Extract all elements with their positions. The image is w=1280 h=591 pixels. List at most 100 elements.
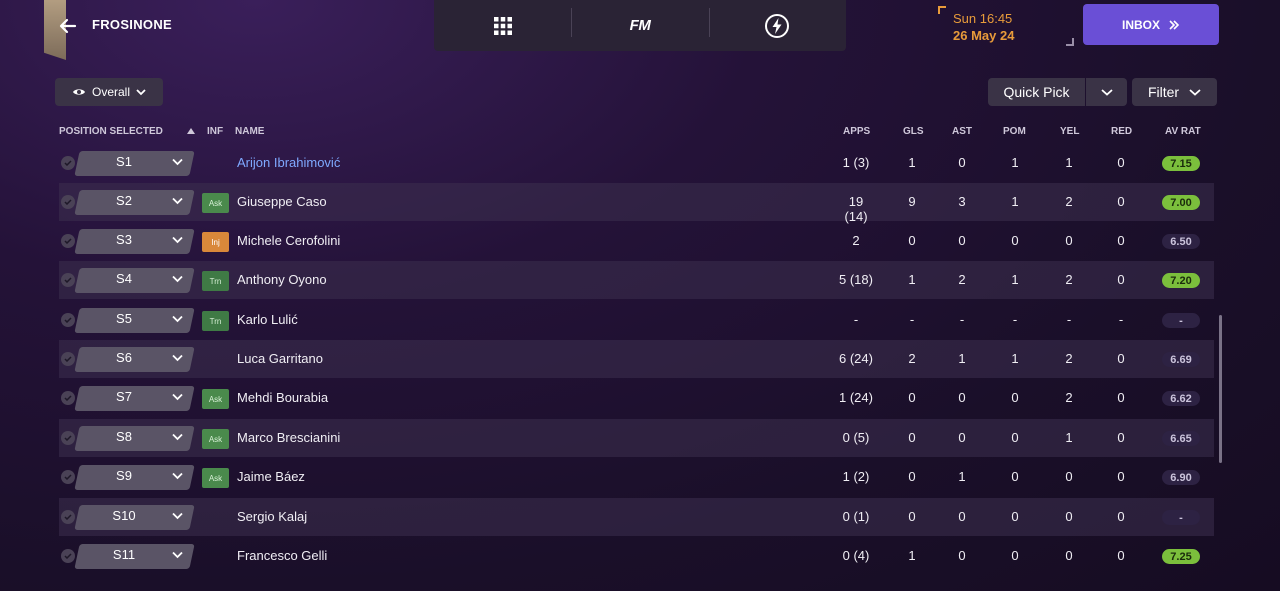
col-red-header[interactable]: RED <box>1111 126 1132 137</box>
avg-rating: 7.25 <box>1162 549 1200 564</box>
pom-value: 0 <box>1011 548 1019 563</box>
apps-value: 6 (24) <box>839 351 873 366</box>
assists-value: 0 <box>958 233 966 248</box>
assists-value: 0 <box>958 155 966 170</box>
position-label: S6 <box>116 350 132 365</box>
select-checkbox[interactable] <box>61 234 75 248</box>
avg-rating: 6.50 <box>1162 234 1200 249</box>
inf-badge-ask[interactable]: Ask <box>202 468 229 488</box>
yellow-value: 2 <box>1065 194 1073 209</box>
table-row[interactable]: S6 Luca Garritano 6 (24) 2 1 1 2 0 6.69 <box>59 340 1214 378</box>
col-yel-header[interactable]: YEL <box>1060 126 1079 137</box>
goals-value: 0 <box>908 509 916 524</box>
top-navigation: FM <box>434 0 846 51</box>
apps-value: 5 (18) <box>839 272 873 287</box>
select-checkbox[interactable] <box>61 313 75 327</box>
table-row[interactable]: S9 Ask Jaime Báez 1 (2) 0 1 0 0 0 6.90 <box>59 458 1214 496</box>
red-value: 0 <box>1117 509 1125 524</box>
filter-dropdown[interactable]: Filter <box>1132 78 1217 106</box>
player-name[interactable]: Giuseppe Caso <box>237 194 327 209</box>
inf-badge-training[interactable]: Trn <box>202 311 229 331</box>
col-avrat-header[interactable]: AV RAT <box>1165 126 1201 137</box>
chevron-down-icon <box>1189 89 1201 96</box>
player-name[interactable]: Anthony Oyono <box>237 272 327 287</box>
apps-value: 1 (24) <box>839 390 873 405</box>
player-name[interactable]: Mehdi Bourabia <box>237 390 328 405</box>
player-name[interactable]: Arijon Ibrahimović <box>237 155 340 170</box>
date-day: 26 May 24 <box>953 28 1015 43</box>
player-name[interactable]: Sergio Kalaj <box>237 509 307 524</box>
goals-value: 0 <box>908 469 916 484</box>
menu-grid-button[interactable] <box>434 0 571 51</box>
continue-button[interactable] <box>708 0 846 51</box>
select-checkbox[interactable] <box>61 431 75 445</box>
table-row[interactable]: S3 Inj Michele Cerofolini 2 0 0 0 0 0 6.… <box>59 222 1214 260</box>
fm-logo: FM <box>629 17 651 34</box>
player-name[interactable]: Jaime Báez <box>237 469 305 484</box>
col-pom-header[interactable]: POM <box>1003 126 1026 137</box>
inf-badge-injured[interactable]: Inj <box>202 232 229 252</box>
player-name[interactable]: Luca Garritano <box>237 351 323 366</box>
player-name[interactable]: Francesco Gelli <box>237 548 327 563</box>
yellow-value: 1 <box>1065 155 1073 170</box>
apps-value: 2 <box>852 233 860 248</box>
col-position-header[interactable]: POSITION SELECTED <box>59 126 163 137</box>
player-name[interactable]: Marco Brescianini <box>237 430 340 445</box>
red-value: - <box>1118 312 1124 327</box>
yellow-value: - <box>1066 312 1072 327</box>
chevron-down-icon <box>172 551 183 559</box>
select-checkbox[interactable] <box>61 156 75 170</box>
game-date[interactable]: Sun 16:45 26 May 24 <box>938 6 1074 46</box>
apps-value: 1 (2) <box>842 469 870 484</box>
table-row[interactable]: S4 Trn Anthony Oyono 5 (18) 1 2 1 2 0 7.… <box>59 261 1214 299</box>
avg-rating: - <box>1162 510 1200 525</box>
club-name[interactable]: FROSINONE <box>92 17 172 32</box>
quick-pick-dropdown[interactable] <box>1086 78 1127 106</box>
red-value: 0 <box>1117 469 1125 484</box>
check-icon <box>64 160 72 166</box>
assists-value: 0 <box>958 430 966 445</box>
inf-badge-training[interactable]: Trn <box>202 271 229 291</box>
col-apps-header[interactable]: APPS <box>843 126 870 137</box>
player-name[interactable]: Karlo Lulić <box>237 312 298 327</box>
red-value: 0 <box>1117 390 1125 405</box>
col-inf-header[interactable]: INF <box>207 126 223 137</box>
view-overall-dropdown[interactable]: Overall <box>55 78 163 106</box>
inbox-label: INBOX <box>1121 17 1160 32</box>
select-checkbox[interactable] <box>61 470 75 484</box>
sort-asc-icon[interactable] <box>187 128 195 134</box>
select-checkbox[interactable] <box>61 391 75 405</box>
pom-value: 0 <box>1011 430 1019 445</box>
select-checkbox[interactable] <box>61 195 75 209</box>
check-icon <box>64 435 72 441</box>
col-gls-header[interactable]: GLS <box>903 126 924 137</box>
yellow-value: 1 <box>1065 430 1073 445</box>
inbox-button[interactable]: INBOX <box>1083 4 1219 45</box>
date-corner-top <box>938 6 946 14</box>
inf-badge-ask[interactable]: Ask <box>202 193 229 213</box>
table-row[interactable]: S11 Francesco Gelli 0 (4) 1 0 0 0 0 7.25 <box>59 537 1214 575</box>
inf-badge-ask[interactable]: Ask <box>202 389 229 409</box>
player-name[interactable]: Michele Cerofolini <box>237 233 340 248</box>
table-row[interactable]: S2 Ask Giuseppe Caso 19 (14) 9 3 1 2 0 7… <box>59 183 1214 224</box>
select-checkbox[interactable] <box>61 273 75 287</box>
table-scrollbar[interactable] <box>1219 315 1222 463</box>
select-checkbox[interactable] <box>61 510 75 524</box>
col-name-header[interactable]: NAME <box>235 126 264 137</box>
goals-value: 0 <box>908 233 916 248</box>
col-ast-header[interactable]: AST <box>952 126 972 137</box>
assists-value: 1 <box>958 351 966 366</box>
select-checkbox[interactable] <box>61 352 75 366</box>
fm-home-button[interactable]: FM <box>571 0 708 51</box>
table-row[interactable]: S1 Arijon Ibrahimović 1 (3) 1 0 1 1 0 7.… <box>59 144 1214 182</box>
table-row[interactable]: S5 Trn Karlo Lulić - - - - - - - <box>59 301 1214 339</box>
yellow-value: 2 <box>1065 272 1073 287</box>
inf-badge-ask[interactable]: Ask <box>202 429 229 449</box>
position-label: S5 <box>116 311 132 326</box>
back-button[interactable] <box>56 14 80 38</box>
table-row[interactable]: S10 Sergio Kalaj 0 (1) 0 0 0 0 0 - <box>59 498 1214 536</box>
table-row[interactable]: S7 Ask Mehdi Bourabia 1 (24) 0 0 0 2 0 6… <box>59 379 1214 417</box>
quick-pick-button[interactable]: Quick Pick <box>988 78 1085 106</box>
table-row[interactable]: S8 Ask Marco Brescianini 0 (5) 0 0 0 1 0… <box>59 419 1214 457</box>
select-checkbox[interactable] <box>61 549 75 563</box>
